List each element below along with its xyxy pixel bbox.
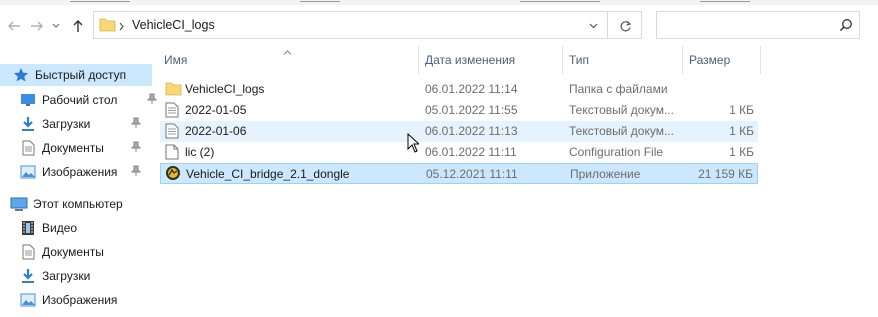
file-size: 1 КБ — [729, 145, 754, 159]
sidebar-item-quick-access[interactable]: Быстрый доступ — [0, 64, 152, 86]
pin-icon[interactable] — [146, 93, 158, 108]
sidebar-item-downloads[interactable]: Загрузки — [19, 113, 142, 135]
up-arrow-icon — [73, 20, 83, 32]
config-file-icon — [165, 144, 179, 163]
file-type: Текстовый докум... — [569, 103, 674, 117]
column-divider[interactable] — [562, 46, 563, 74]
chevron-down-icon — [589, 23, 597, 29]
sidebar-item-label: Рабочий стол — [42, 93, 118, 107]
window-top-strip — [0, 0, 878, 5]
column-header-type[interactable]: Тип — [569, 53, 589, 67]
file-date: 05.01.2022 11:55 — [425, 103, 518, 117]
file-type: Приложение — [570, 167, 641, 181]
up-button[interactable] — [68, 16, 88, 36]
desktop-icon — [19, 91, 37, 109]
column-divider[interactable] — [682, 46, 683, 74]
file-size: 1 КБ — [729, 124, 754, 138]
pictures-icon — [19, 163, 37, 181]
pin-icon[interactable] — [130, 141, 142, 156]
file-date: 06.01.2022 11:13 — [425, 124, 518, 138]
file-date: 06.01.2022 11:14 — [425, 82, 518, 96]
column-divider[interactable] — [760, 46, 761, 74]
file-date: 06.01.2022 11:11 — [425, 145, 517, 159]
sidebar-item-this-pc[interactable]: Этот компьютер — [10, 193, 123, 215]
breadcrumb-chevron-icon — [119, 20, 125, 34]
folder-icon — [165, 81, 182, 99]
sidebar-item-documents[interactable]: Документы — [19, 137, 142, 159]
file-type: Текстовый докум... — [569, 124, 674, 138]
search-input[interactable] — [656, 11, 860, 39]
file-name: VehicleCI_logs — [185, 82, 265, 96]
file-date: 05.12.2021 11:11 — [426, 167, 518, 181]
file-name: Vehicle_CI_bridge_2.1_dongle — [186, 167, 350, 181]
file-row[interactable]: lic (2) 06.01.2022 11:11 Configuration F… — [160, 142, 758, 163]
column-divider[interactable] — [418, 46, 419, 74]
sidebar-item-downloads-pc[interactable]: Загрузки — [19, 265, 90, 287]
file-row[interactable]: VehicleCI_logs 06.01.2022 11:14 Папка с … — [160, 79, 758, 100]
sidebar-item-pictures[interactable]: Изображения — [19, 161, 142, 183]
address-bar[interactable]: VehicleCI_logs — [93, 11, 642, 39]
text-file-icon — [165, 123, 179, 142]
pin-icon[interactable] — [130, 117, 142, 132]
refresh-icon — [620, 20, 631, 31]
sidebar-item-desktop[interactable]: Рабочий стол — [19, 89, 158, 111]
sidebar-item-label: Быстрый доступ — [35, 68, 127, 82]
file-row[interactable]: 2022-01-05 05.01.2022 11:55 Текстовый до… — [160, 100, 758, 121]
download-icon — [19, 115, 37, 133]
file-name: 2022-01-05 — [185, 103, 247, 117]
refresh-button[interactable] — [614, 16, 636, 36]
breadcrumb-current-folder[interactable]: VehicleCI_logs — [132, 18, 215, 32]
back-button[interactable] — [4, 16, 24, 36]
sidebar-item-label: Загрузки — [42, 117, 91, 131]
documents-icon — [19, 139, 37, 157]
file-type: Configuration File — [569, 145, 664, 159]
sidebar-item-label: Этот компьютер — [33, 197, 123, 211]
file-row-selected[interactable]: Vehicle_CI_bridge_2.1_dongle 05.12.2021 … — [160, 163, 758, 184]
file-size: 1 КБ — [729, 103, 754, 117]
sidebar-item-label: Видео — [42, 221, 78, 235]
computer-icon — [10, 195, 28, 213]
search-icon — [839, 18, 853, 35]
sidebar-item-documents-pc[interactable]: Документы — [19, 241, 104, 263]
file-type: Папка с файлами — [569, 82, 668, 96]
forward-arrow-icon — [31, 21, 43, 31]
file-size: 21 159 КБ — [698, 167, 753, 181]
column-header-date[interactable]: Дата изменения — [425, 53, 515, 67]
star-icon — [12, 66, 30, 84]
folder-icon — [99, 17, 116, 35]
file-name: lic (2) — [185, 145, 215, 159]
sidebar-item-label: Загрузки — [42, 269, 91, 283]
documents-icon — [19, 243, 37, 261]
address-divider — [607, 12, 608, 38]
text-file-icon — [165, 102, 179, 121]
pin-icon[interactable] — [130, 165, 142, 180]
column-header-size[interactable]: Размер — [689, 53, 730, 67]
forward-button[interactable] — [27, 16, 47, 36]
recent-locations-button[interactable] — [50, 16, 62, 36]
column-header-name[interactable]: Имя — [164, 53, 187, 67]
chevron-down-icon — [52, 23, 60, 28]
file-name: 2022-01-06 — [185, 124, 247, 138]
back-arrow-icon — [8, 21, 20, 31]
sidebar-item-video[interactable]: Видео — [19, 217, 77, 239]
sidebar-item-label: Документы — [42, 141, 104, 155]
sidebar-item-label: Изображения — [42, 293, 118, 307]
application-icon — [165, 165, 181, 184]
sidebar-item-label: Изображения — [42, 165, 118, 179]
address-history-button[interactable] — [583, 16, 603, 36]
video-icon — [19, 219, 37, 237]
sidebar-item-label: Документы — [42, 245, 104, 259]
sidebar-item-pictures-pc[interactable]: Изображения — [19, 289, 117, 311]
file-row[interactable]: 2022-01-06 06.01.2022 11:13 Текстовый до… — [160, 121, 758, 142]
download-icon — [19, 267, 37, 285]
mouse-cursor-icon — [407, 132, 421, 156]
sort-ascending-icon — [283, 44, 292, 58]
pictures-icon — [19, 291, 37, 309]
